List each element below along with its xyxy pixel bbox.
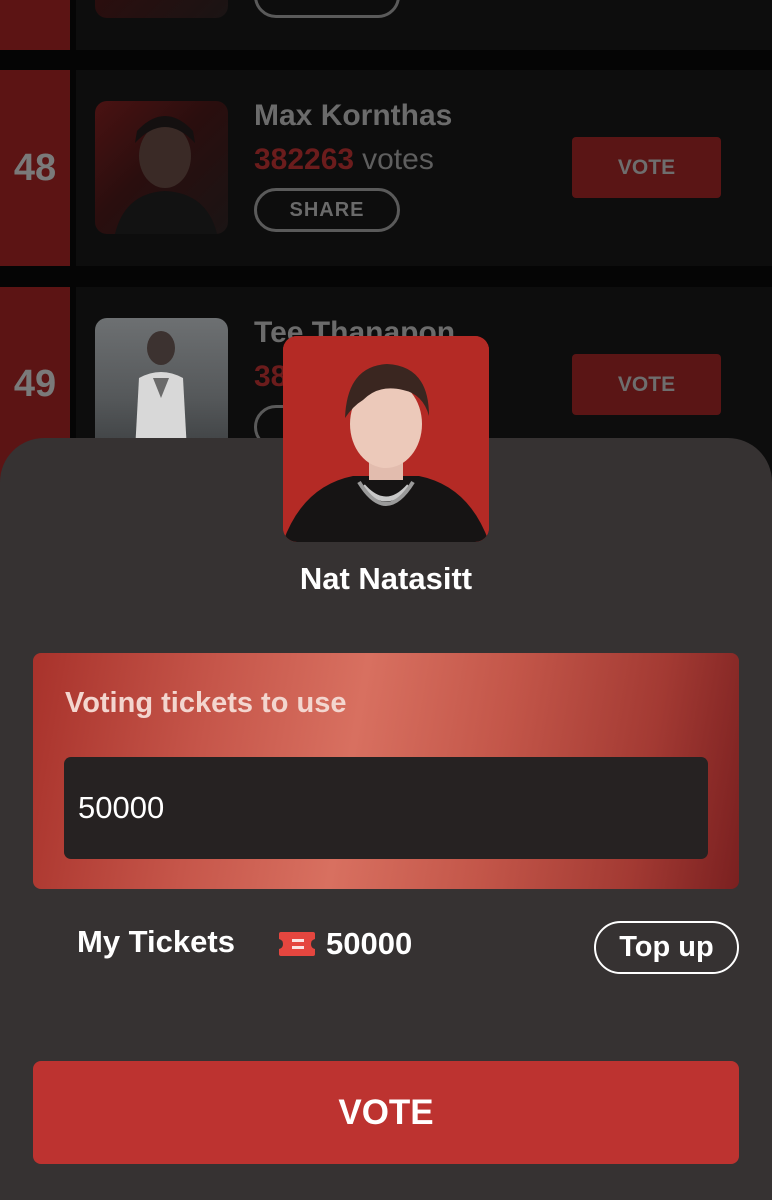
vote-count: 382263 votes: [254, 143, 434, 177]
artist-photo-art: [115, 116, 217, 234]
top-up-button[interactable]: Top up: [594, 921, 739, 974]
rank-number: 48: [13, 146, 57, 189]
vote-submit-button[interactable]: VOTE: [33, 1061, 739, 1164]
vote-button[interactable]: VOTE: [572, 137, 721, 198]
artist-name: Max Kornthas: [254, 99, 453, 132]
list-item: [0, 0, 772, 50]
my-tickets-count: 50000: [326, 926, 413, 961]
list-item: 48 Max Kornthas 382263 votes SHARE VOTE: [0, 70, 772, 266]
rank-badge: 48: [0, 70, 70, 266]
artist-photo: [95, 0, 228, 18]
artist-avatar-art: [283, 336, 489, 542]
tickets-label: Voting tickets to use: [65, 687, 347, 719]
vote-count-number: 382263: [254, 143, 355, 176]
ticket-panel: Voting tickets to use: [33, 653, 739, 889]
rank-number: 49: [13, 362, 57, 405]
share-button[interactable]: [254, 0, 400, 18]
artist-avatar: [283, 336, 489, 542]
artist-photo-art: [135, 331, 187, 451]
my-tickets-label: My Tickets: [77, 924, 235, 959]
tickets-input[interactable]: [64, 757, 708, 859]
artist-photo[interactable]: [95, 101, 228, 234]
vote-button[interactable]: VOTE: [572, 354, 721, 415]
artist-photo[interactable]: [95, 318, 228, 451]
rank-badge: [0, 0, 70, 50]
artist-name-title: Nat Natasitt: [299, 561, 473, 596]
share-button[interactable]: SHARE: [254, 188, 400, 232]
ticket-icon: [277, 930, 317, 963]
vote-count-suffix: votes: [362, 143, 434, 176]
